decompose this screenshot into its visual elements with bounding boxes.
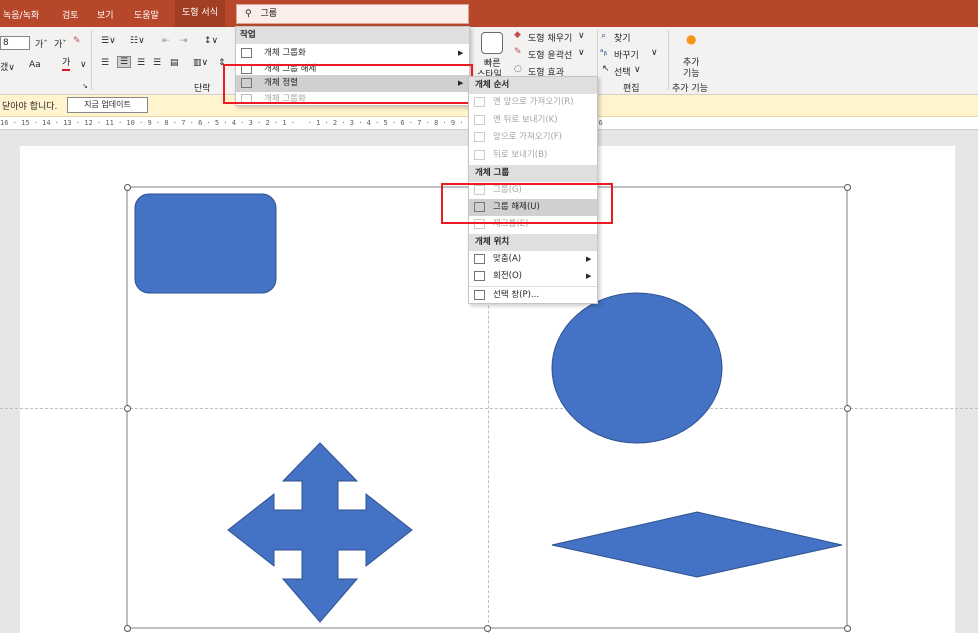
menu-item-align[interactable]: 맞춤(A) ▶ [469, 251, 597, 268]
diamond-shape [551, 511, 843, 578]
menu-item-label: 개체 그룹화 [264, 48, 306, 58]
menu-item-label: 회전(O) [493, 271, 522, 281]
menu-item-send-backward[interactable]: 뒤로 보내기(B) [469, 147, 597, 164]
menu-item-label: 맨 앞으로 가져오기(R) [493, 97, 574, 107]
resize-handle[interactable] [844, 625, 851, 632]
resize-handle[interactable] [124, 625, 131, 632]
menu-item-label: 맞춤(A) [493, 254, 522, 264]
highlight-box-ungroup [441, 183, 613, 224]
resize-handle[interactable] [844, 405, 851, 412]
submenu-arrow-icon: ▶ [458, 49, 464, 57]
menu-item-bring-forward[interactable]: 앞으로 가져오기(F) [469, 129, 597, 146]
submenu-arrow-icon: ▶ [586, 255, 592, 263]
menu-header-order: 개체 순서 [469, 77, 597, 94]
menu-header-actions: 작업 [236, 27, 469, 44]
bring-to-front-icon [474, 97, 485, 107]
menu-item-rotate[interactable]: 회전(O) ▶ [469, 268, 597, 285]
menu-item-label: 앞으로 가져오기(F) [493, 132, 562, 142]
menu-item-label: 맨 뒤로 보내기(K) [493, 115, 558, 125]
bring-forward-icon [474, 132, 485, 142]
menu-header-group: 개체 그룹 [469, 165, 597, 182]
menu-item-label: 뒤로 보내기(B) [493, 150, 548, 160]
four-way-arrow-shape [227, 442, 413, 623]
resize-handle[interactable] [124, 405, 131, 412]
menu-item-label: 선택 창(P)... [493, 290, 540, 300]
menu-item-selection-pane[interactable]: 선택 창(P)... [469, 286, 597, 303]
align-icon [474, 254, 485, 264]
highlight-box-arrange [223, 64, 473, 104]
resize-handle[interactable] [484, 625, 491, 632]
rotate-icon [474, 271, 485, 281]
submenu-arrow-icon: ▶ [586, 272, 592, 280]
menu-item-bring-to-front[interactable]: 맨 앞으로 가져오기(R) [469, 94, 597, 111]
resize-handle[interactable] [124, 184, 131, 191]
rounded-rectangle-shape [134, 193, 277, 294]
circle-shape [551, 292, 723, 444]
group-objects-icon [241, 48, 252, 58]
selection-pane-icon [474, 290, 485, 300]
menu-item-send-to-back[interactable]: 맨 뒤로 보내기(K) [469, 112, 597, 129]
menu-header-position: 개체 위치 [469, 234, 597, 251]
resize-handle[interactable] [844, 184, 851, 191]
send-to-back-icon [474, 115, 485, 125]
menu-item-group[interactable]: 개체 그룹화 ▶ [236, 45, 469, 62]
send-backward-icon [474, 150, 485, 160]
